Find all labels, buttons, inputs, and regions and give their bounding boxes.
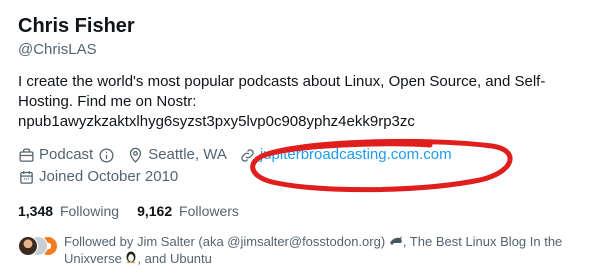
following-link[interactable]: 1,348 Following: [18, 202, 119, 220]
profile-location: Seattle, WA: [127, 145, 227, 165]
link-icon: [241, 148, 254, 162]
category-label: Podcast: [39, 146, 94, 163]
followed-by-suffix: , and Ubuntu: [137, 251, 212, 266]
follow-counts: 1,348 Following 9,162 Followers: [18, 202, 578, 220]
profile-bio: I create the world's most popular podcas…: [18, 72, 578, 132]
bio-line: npub1awyzkzaktxlhyg6syzst3pxy5lvp0c908yp…: [18, 113, 415, 130]
following-label: Following: [59, 203, 120, 219]
followers-link[interactable]: 9,162 Followers: [137, 202, 239, 220]
followed-by-text[interactable]: Followed by Jim Salter (aka @jimsalter@f…: [64, 234, 578, 267]
avatar: [18, 236, 38, 256]
profile-meta: Podcast Seattle, WA jupiterbroadcasting.…: [18, 144, 578, 188]
joined-label: Joined October 2010: [39, 168, 179, 185]
info-icon[interactable]: [98, 147, 115, 164]
following-count: 1,348: [18, 203, 54, 219]
followed-by[interactable]: Followed by Jim Salter (aka @jimsalter@f…: [18, 234, 578, 267]
follower-avatars[interactable]: [18, 236, 58, 256]
profile-handle: @ChrisLAS: [18, 41, 97, 58]
bio-line: I create the world's most popular podcas…: [18, 73, 546, 90]
website-link[interactable]: jupiterbroadcasting.com.com: [260, 145, 452, 165]
penguin-emoji-icon: [125, 250, 137, 267]
profile-website[interactable]: jupiterbroadcasting.com.com: [239, 145, 452, 165]
followed-by-prefix: Followed by Jim Salter (aka @jimsalter@f…: [64, 234, 386, 249]
dolphin-emoji-icon: [389, 234, 403, 250]
profile-header: Chris Fisher @ChrisLAS I create the worl…: [18, 14, 578, 267]
followers-count: 9,162: [137, 203, 173, 219]
followers-label: Followers: [179, 203, 239, 219]
profile-joined: Joined October 2010: [18, 167, 178, 187]
bio-line: Hosting. Find me on Nostr:: [18, 93, 197, 110]
location-label: Seattle, WA: [148, 146, 227, 163]
profile-category: Podcast: [18, 145, 115, 165]
location-pin-icon: [130, 147, 142, 163]
briefcase-icon: [19, 147, 34, 162]
profile-name: Chris Fisher: [18, 15, 135, 37]
calendar-icon: [20, 170, 33, 184]
